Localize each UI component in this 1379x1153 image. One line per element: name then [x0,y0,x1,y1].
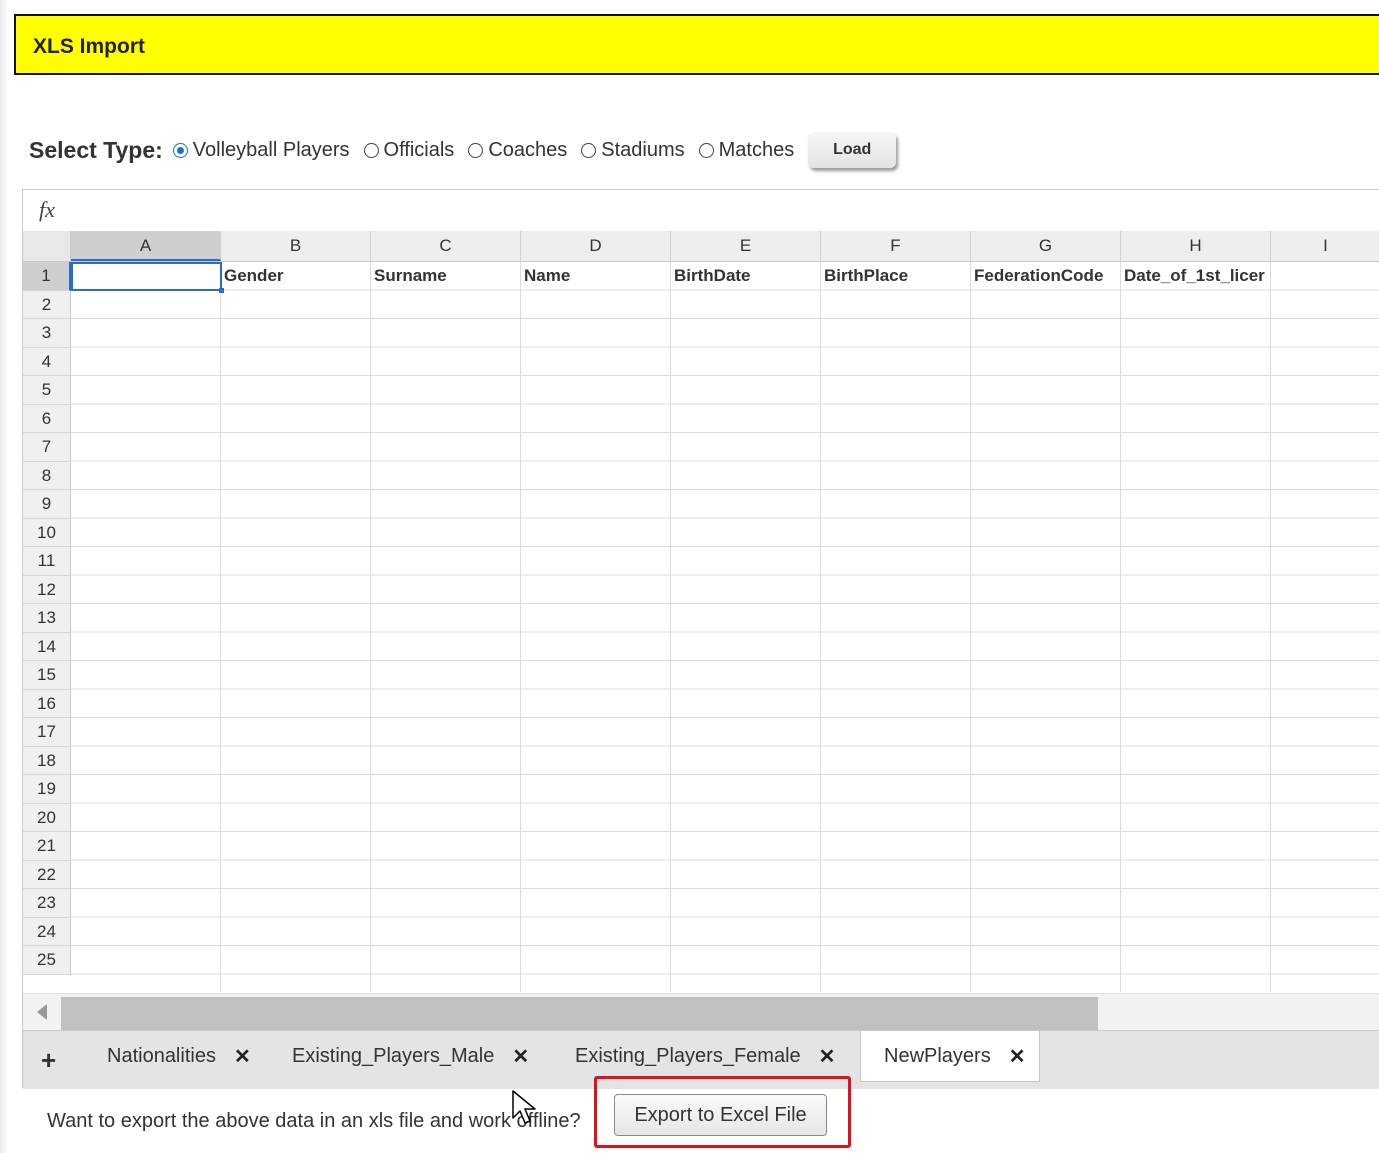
page-left-shadow [0,0,8,1153]
tab-label: Nationalities [107,1044,216,1067]
row-header[interactable]: 9 [23,490,71,519]
add-sheet-button[interactable]: + [41,1045,56,1076]
spreadsheet: fx A B C D E F G H I 1 2 3 4 5 6 7 8 9 1… [22,189,1379,1089]
radio-matches[interactable]: Matches [698,138,795,162]
tab-label: Existing_Players_Female [575,1044,801,1067]
column-header-g[interactable]: G [971,231,1121,261]
tab-nationalities[interactable]: Nationalities ✕ [107,1031,251,1081]
radio-label: Stadiums [601,138,685,161]
row-header[interactable]: 20 [23,803,71,832]
radio-coaches[interactable]: Coaches [468,139,567,162]
row-header[interactable]: 5 [23,376,71,405]
radio-button[interactable] [581,142,597,158]
row-header[interactable]: 4 [23,347,71,376]
cell-area[interactable]: Gender Surname Name BirthDate BirthPlace… [71,262,1379,992]
row-header[interactable]: 16 [23,689,71,718]
tab-newplayers[interactable]: NewPlayers ✕ [860,1031,1041,1082]
column-header-d[interactable]: D [521,231,671,261]
radio-volleyball-players[interactable]: Volleyball Players [172,138,350,162]
cell-i1[interactable] [1271,262,1379,290]
horizontal-scrollbar[interactable] [23,993,1379,1030]
radio-button[interactable] [698,142,714,158]
cell-d1[interactable]: Name [521,262,671,290]
cell-c1[interactable]: Surname [371,262,521,290]
row-header[interactable]: 19 [23,775,71,804]
cell-h1[interactable]: Date_of_1st_licer [1121,262,1271,290]
row-header[interactable]: 21 [23,832,71,861]
row-header[interactable]: 17 [23,718,71,747]
cell-g1[interactable]: FederationCode [971,262,1121,290]
row-header[interactable]: 22 [23,860,71,889]
tab-existing-players-male[interactable]: Existing_Players_Male ✕ [292,1031,529,1081]
column-header-a[interactable]: A [71,231,221,261]
close-icon[interactable]: ✕ [1009,1044,1026,1069]
fill-handle[interactable] [219,288,224,293]
radio-button-checked[interactable] [172,142,188,158]
load-button[interactable]: Load [808,132,897,168]
column-header-e[interactable]: E [671,231,821,261]
formula-bar[interactable]: fx [23,190,1379,232]
radio-label: Volleyball Players [192,138,350,161]
column-header-h[interactable]: H [1121,231,1271,261]
radio-button[interactable] [468,142,484,158]
row-header[interactable]: 3 [23,319,71,348]
radio-stadiums[interactable]: Stadiums [581,138,685,162]
column-header-b[interactable]: B [221,231,371,261]
row-header[interactable]: 14 [23,632,71,661]
close-icon[interactable]: ✕ [819,1044,836,1069]
scroll-left-arrow-icon[interactable] [37,1004,47,1020]
column-header-c[interactable]: C [371,231,521,261]
selected-cell-outline [71,262,222,291]
radio-button[interactable] [363,142,379,158]
radio-label: Officials [383,138,455,161]
row-header-column: 1 2 3 4 5 6 7 8 9 10 11 12 13 14 15 16 1… [23,262,71,975]
radio-label: Coaches [488,138,568,161]
row-header[interactable]: 13 [23,604,71,633]
column-header-f[interactable]: F [821,231,971,261]
row-header[interactable]: 2 [23,290,71,319]
cell-b1[interactable]: Gender [221,262,371,290]
row-header[interactable]: 18 [23,746,71,775]
close-icon[interactable]: ✕ [512,1044,529,1069]
export-prompt: Want to export the above data in an xls … [47,1110,581,1132]
tab-label: NewPlayers [884,1044,991,1067]
page-title: XLS Import [33,35,146,58]
column-header-i[interactable]: I [1271,231,1379,261]
radio-officials[interactable]: Officials [363,138,455,162]
row-header[interactable]: 12 [23,575,71,604]
row-header[interactable]: 24 [23,917,71,946]
radio-label: Matches [718,138,795,161]
column-header-row: A B C D E F G H I [23,231,1379,262]
row-header[interactable]: 23 [23,889,71,918]
row-header[interactable]: 6 [23,404,71,433]
row-header[interactable]: 10 [23,518,71,547]
cell-f1[interactable]: BirthPlace [821,262,971,290]
formula-icon: fx [39,197,55,222]
type-selector-label: Select Type: [29,136,163,163]
row-header[interactable]: 25 [23,946,71,975]
row-header[interactable]: 7 [23,433,71,462]
tab-label: Existing_Players_Male [292,1044,495,1067]
tab-existing-players-female[interactable]: Existing_Players_Female ✕ [575,1031,835,1081]
row-header[interactable]: 15 [23,661,71,690]
close-icon[interactable]: ✕ [234,1044,251,1069]
row-header[interactable]: 1 [23,262,71,291]
mouse-cursor-icon [512,1090,536,1124]
export-to-excel-button[interactable]: Export to Excel File [614,1094,827,1136]
cell-e1[interactable]: BirthDate [671,262,821,290]
scrollbar-thumb[interactable] [61,997,1098,1030]
select-all-corner[interactable] [23,231,71,261]
type-selector: Select Type: Volleyball Players Official… [29,132,897,168]
page-header: XLS Import [14,14,1379,75]
row-header[interactable]: 8 [23,461,71,490]
row-header[interactable]: 11 [23,547,71,576]
